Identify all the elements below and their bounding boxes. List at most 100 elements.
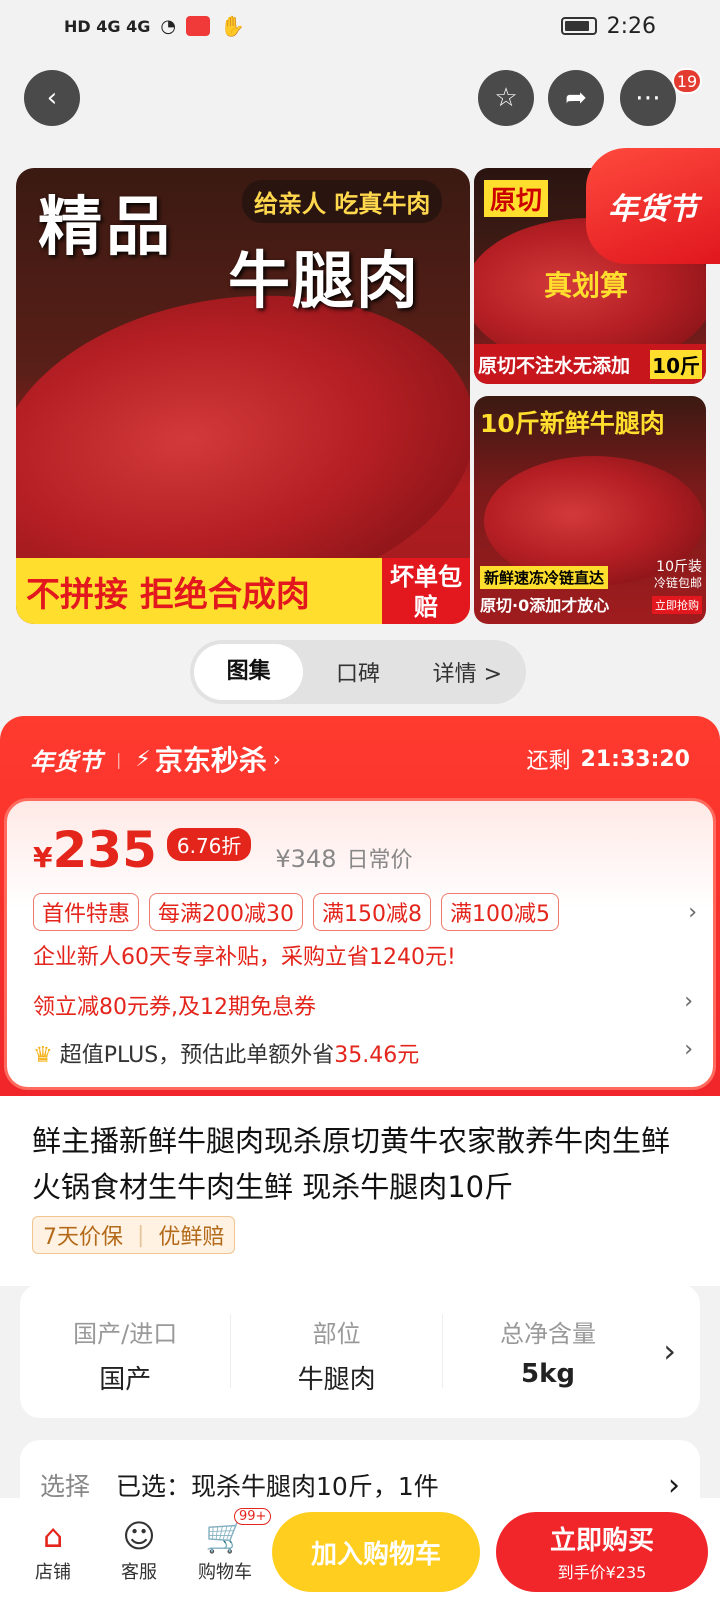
service-label: 客服 [121, 1562, 157, 1583]
side-image-2[interactable]: 10斤新鲜牛腿肉 新鲜速冻冷链直达 原切·0添加才放心 10斤装 冷链包邮 立即… [474, 396, 706, 624]
spec-summary[interactable]: 国产/进口 国产 部位 牛腿肉 总净含量 5kg › [20, 1284, 700, 1418]
seckill-icon: ⚡ [135, 746, 151, 772]
store-button[interactable]: ⌂ 店铺 [10, 1514, 96, 1584]
store-icon: ⌂ [42, 1517, 64, 1555]
spec-item: 部位 牛腿肉 [231, 1314, 443, 1395]
enterprise-subsidy[interactable]: 企业新人60天专享补贴，采购立省1240元! [33, 939, 456, 971]
main-product-image[interactable]: 精品 给亲人 吃真牛肉 牛腿肉 不拼接 拒绝合成肉 坏单包赔 [16, 168, 470, 624]
spec-item: 国产/进口 国产 [20, 1314, 232, 1395]
spec-value: 5kg [521, 1359, 576, 1389]
plus-text: 超值PLUS，预估此单额外省 [59, 1043, 335, 1068]
more-button[interactable]: ⋯ [620, 70, 676, 126]
side-image-line1: 新鲜速冻冷链直达 [480, 566, 609, 589]
coupon-text: 领立减80元券,及12期免息券 [33, 995, 316, 1020]
countdown-timer: 21:33:20 [580, 746, 690, 772]
festival-logo: 年货节 [30, 747, 102, 776]
side-image-tag2: 冷链包邮 [653, 576, 702, 590]
side-image-line2: 原切·0添加才放心 [480, 596, 610, 615]
guarantee-badges[interactable]: 7天价保 | 优鲜赔 [32, 1216, 236, 1254]
chevron-right-icon: › [688, 899, 697, 925]
promo-chip: 满100减5 [441, 893, 560, 931]
guarantee-fresh: 优鲜赔 [158, 1225, 225, 1250]
star-icon: ☆ [494, 83, 518, 113]
promo-chip: 首件特惠 [33, 893, 140, 931]
share-button[interactable]: ➦ [548, 70, 604, 126]
price-symbol: ¥ [33, 841, 53, 874]
festival-badge[interactable]: 年货节 [586, 148, 720, 264]
original-price: ¥348 [275, 845, 337, 873]
store-label: 店铺 [35, 1562, 71, 1583]
spec-item: 总净含量 5kg [443, 1314, 653, 1389]
customer-service-button[interactable]: ☺ 客服 [96, 1514, 182, 1584]
promo-card: ¥ 235 6.76折 ¥348 日常价 首件特惠 每满200减30 满150减… [4, 798, 716, 1090]
buy-now-label: 立即购买 [549, 1526, 654, 1556]
plus-row[interactable]: ♛ 超值PLUS，预估此单额外省35.46元 › [33, 1037, 693, 1069]
battery-icon [560, 17, 597, 35]
countdown-label: 还剩 [526, 749, 571, 774]
chevron-right-icon: › [684, 989, 693, 1014]
image-headline-2: 牛腿肉 [228, 244, 421, 317]
divider: | [137, 1222, 145, 1248]
spec-key: 国产/进口 [73, 1320, 178, 1348]
add-to-cart-button[interactable]: 加入购物车 [272, 1512, 480, 1592]
image-banner-right: 坏单包赔 [382, 558, 470, 624]
coupon-row[interactable]: 领立减80元券,及12期免息券 › [33, 989, 693, 1021]
side-image-tag1: 10斤装 [656, 559, 702, 575]
discount-badge: 6.76折 [166, 828, 252, 861]
plus-amount: 35.46元 [334, 1043, 420, 1068]
spec-key: 部位 [312, 1320, 361, 1348]
caption-text: 原切不注水无添加 [478, 354, 631, 377]
wifi-icon: ◔ [160, 15, 177, 37]
image-banner: 不拼接 拒绝合成肉 坏单包赔 [16, 558, 470, 624]
promo-chips[interactable]: 首件特惠 每满200减30 满150减8 满100减5 › [33, 893, 697, 931]
chevron-right-icon: › [684, 1037, 693, 1062]
cart-button[interactable]: 🛒 购物车 99+ [182, 1508, 272, 1584]
seckill-promo-panel: 年货节 | ⚡ 京东秒杀 › 还剩 21:33:20 ¥ 235 6.76折 ¥… [0, 716, 720, 1096]
image-tag: 给亲人 吃真牛肉 [242, 180, 443, 223]
buy-now-button[interactable]: 立即购买 到手价¥235 [496, 1512, 708, 1592]
image-banner-text: 不拼接 拒绝合成肉 [26, 574, 310, 615]
promo-chip: 每满200减30 [149, 893, 304, 931]
price: 235 [52, 821, 157, 879]
image-headline: 精品 [38, 191, 174, 265]
status-bar: HD 4G 4G ◔ ✋ 2:26 [0, 0, 720, 52]
original-price-label: 日常价 [346, 848, 413, 873]
product-title: 鲜主播新鲜牛腿肉现杀原切黄牛农家散养牛肉生鲜火锅食材生牛肉生鲜 现杀牛腿肉10斤 [32, 1124, 671, 1204]
divider: | [116, 749, 122, 769]
app-notification-icon [186, 16, 211, 36]
spec-value: 国产 [99, 1365, 152, 1395]
cart-label: 购物车 [198, 1562, 252, 1583]
tab-reviews[interactable]: 口碑 [303, 656, 412, 688]
weight-tag: 10斤 [650, 349, 702, 379]
chat-face-icon: ☺ [122, 1517, 156, 1555]
side-image-tag3: 立即抢购 [652, 596, 702, 614]
side-image-title: 10斤新鲜牛腿肉 [480, 409, 665, 438]
clock: 2:26 [606, 13, 656, 39]
more-dots-icon: ⋯ [635, 83, 661, 113]
favorite-button[interactable]: ☆ [478, 70, 534, 126]
promo-header: 年货节 | ⚡ 京东秒杀 › 还剩 21:33:20 [0, 716, 720, 802]
side-image-title: 原切 [484, 180, 549, 217]
chevron-right-icon: › [663, 1332, 677, 1370]
hand-icon: ✋ [220, 14, 245, 38]
price-row: ¥ 235 6.76折 ¥348 日常价 [33, 821, 412, 879]
media-tab-switcher[interactable]: 图集 口碑 详情 > [190, 640, 526, 704]
guarantee-price-protect: 7天价保 [43, 1225, 123, 1250]
crown-icon: ♛ [33, 1043, 53, 1068]
cart-badge: 99+ [234, 1508, 272, 1525]
spec-value: 牛腿肉 [297, 1365, 376, 1395]
tab-details[interactable]: 详情 > [413, 656, 522, 688]
share-icon: ➦ [565, 83, 587, 113]
chevron-left-icon: ‹ [46, 83, 58, 113]
message-badge: 19 [672, 68, 702, 94]
buy-now-price: 到手价¥235 [557, 1563, 647, 1582]
seckill-title[interactable]: 京东秒杀 [155, 739, 267, 779]
back-button[interactable]: ‹ [24, 70, 80, 126]
tab-gallery[interactable]: 图集 [194, 644, 304, 700]
spec-key: 总净含量 [500, 1320, 597, 1348]
promo-chip: 满150减8 [313, 893, 432, 931]
signal-indicator: HD 4G 4G [64, 16, 151, 36]
chevron-right-icon: › [272, 747, 281, 771]
side-image-overlay: 真划算 [544, 269, 629, 302]
side-image-caption: 原切不注水无添加 10斤 [474, 344, 706, 384]
